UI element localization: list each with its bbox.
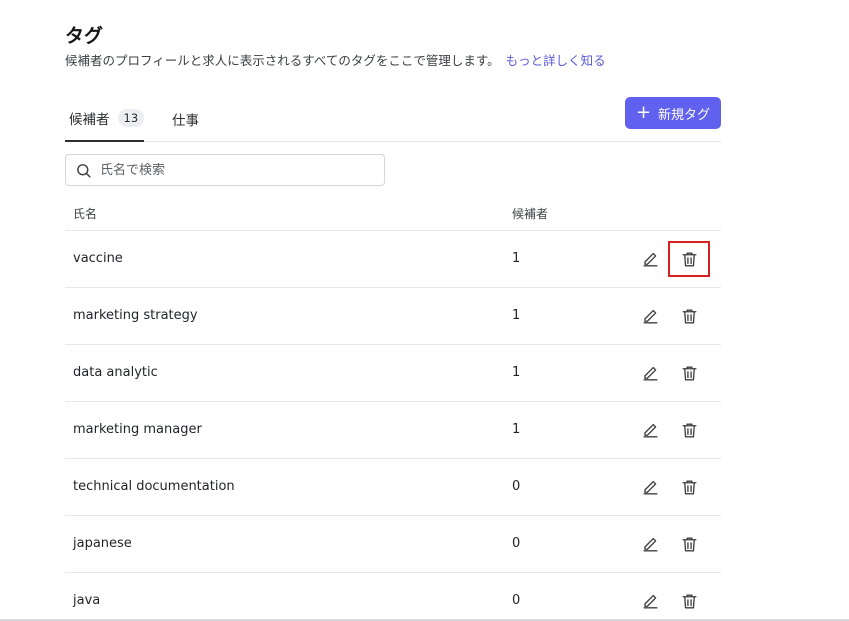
delete-button[interactable] <box>668 241 710 277</box>
tab-jobs-label: 仕事 <box>172 113 199 129</box>
new-tag-label: 新規タグ <box>658 107 711 123</box>
tag-name: data analytic <box>73 365 158 380</box>
learn-more-link[interactable]: もっと詳しく知る <box>506 53 606 68</box>
tab-candidates-count: 13 <box>117 109 145 127</box>
tag-name: technical documentation <box>73 479 235 494</box>
trash-icon <box>681 365 697 381</box>
table-row: japanese 0 <box>65 516 721 573</box>
column-header-name: 氏名 <box>73 207 98 221</box>
tag-name: japanese <box>73 536 132 551</box>
search-input[interactable] <box>100 162 370 178</box>
edit-button[interactable] <box>639 418 661 442</box>
trash-icon <box>681 479 697 495</box>
edit-button[interactable] <box>639 304 661 328</box>
page-title: タグ <box>65 25 104 47</box>
delete-button[interactable] <box>668 355 710 391</box>
new-tag-button[interactable]: + 新規タグ <box>625 97 721 129</box>
delete-button[interactable] <box>668 583 710 619</box>
candidate-count: 1 <box>512 365 521 380</box>
candidate-count: 1 <box>512 308 521 323</box>
trash-icon <box>681 593 697 609</box>
table-row: vaccine 1 <box>65 231 721 288</box>
tag-name: marketing strategy <box>73 308 198 323</box>
trash-icon <box>681 422 697 438</box>
column-header-candidates: 候補者 <box>512 207 549 221</box>
pencil-icon <box>642 309 658 324</box>
tag-name: vaccine <box>73 251 123 266</box>
tab-bar: 候補者 13 仕事 <box>65 96 721 142</box>
trash-icon <box>681 308 697 324</box>
edit-button[interactable] <box>639 361 661 385</box>
page-description: 候補者のプロフィールと求人に表示されるすべてのタグをここで管理します。 もっと詳し… <box>65 53 606 69</box>
candidate-count: 0 <box>512 479 521 494</box>
plus-icon: + <box>635 102 652 123</box>
table-row: marketing strategy 1 <box>65 288 721 345</box>
edit-button[interactable] <box>639 589 661 613</box>
search-box <box>65 154 385 186</box>
tags-table: 氏名 候補者 vaccine 1 marketing strategy 1 da… <box>65 196 721 621</box>
table-row: marketing manager 1 <box>65 402 721 459</box>
table-row: data analytic 1 <box>65 345 721 402</box>
candidate-count: 1 <box>512 251 521 266</box>
pencil-icon <box>642 594 658 609</box>
edit-button[interactable] <box>639 475 661 499</box>
delete-button[interactable] <box>668 469 710 505</box>
pencil-icon <box>642 366 658 381</box>
candidate-count: 0 <box>512 536 521 551</box>
delete-button[interactable] <box>668 412 710 448</box>
table-row: technical documentation 0 <box>65 459 721 516</box>
pencil-icon <box>642 423 658 438</box>
delete-button[interactable] <box>668 526 710 562</box>
pencil-icon <box>642 537 658 552</box>
table-row: java 0 <box>65 573 721 621</box>
tag-name: java <box>73 593 101 608</box>
trash-icon <box>681 251 697 267</box>
edit-button[interactable] <box>639 532 661 556</box>
search-icon <box>77 163 91 178</box>
tab-candidates[interactable]: 候補者 13 <box>65 96 145 142</box>
tag-name: marketing manager <box>73 422 202 437</box>
delete-button[interactable] <box>668 298 710 334</box>
table-body: vaccine 1 marketing strategy 1 data anal… <box>65 231 721 621</box>
trash-icon <box>681 536 697 552</box>
tab-jobs[interactable]: 仕事 <box>172 96 199 142</box>
table-header: 氏名 候補者 <box>65 196 721 231</box>
edit-button[interactable] <box>639 247 661 271</box>
candidate-count: 0 <box>512 593 521 608</box>
tab-candidates-label: 候補者 <box>69 112 110 128</box>
candidate-count: 1 <box>512 422 521 437</box>
description-text: 候補者のプロフィールと求人に表示されるすべてのタグをここで管理します。 <box>65 53 500 68</box>
pencil-icon <box>642 480 658 495</box>
pencil-icon <box>642 252 658 267</box>
